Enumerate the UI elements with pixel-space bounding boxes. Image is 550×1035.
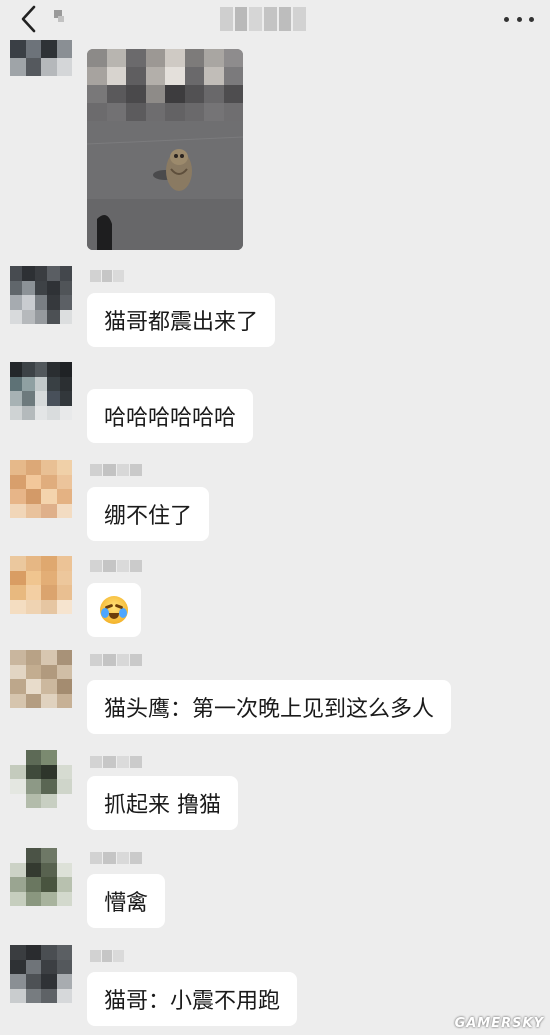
nickname-mosaic — [90, 756, 142, 768]
chevron-left-icon — [21, 5, 36, 33]
chat-title-mosaic — [220, 7, 307, 31]
message-bubble[interactable]: 猫头鹰：第一次晚上见到这么多人 — [87, 680, 452, 734]
nickname-mosaic — [90, 560, 142, 572]
laugh-cry-emoji-icon — [100, 596, 128, 624]
avatar[interactable] — [10, 848, 72, 906]
owl-photo-message[interactable] — [87, 49, 243, 250]
more-button[interactable] — [504, 8, 534, 30]
avatar[interactable] — [10, 40, 72, 76]
avatar[interactable] — [10, 750, 72, 808]
unread-indicator-mosaic — [52, 8, 66, 24]
more-dots-icon — [504, 16, 509, 22]
avatar[interactable] — [10, 556, 72, 614]
back-button[interactable] — [12, 2, 48, 36]
message-bubble[interactable]: 猫哥都震出来了 — [87, 293, 276, 347]
message-bubble[interactable]: 抓起来 撸猫 — [87, 776, 238, 830]
emoji-message-bubble[interactable] — [87, 583, 141, 637]
chat-header — [0, 0, 550, 40]
message-bubble[interactable]: 哈哈哈哈哈哈 — [87, 389, 254, 443]
avatar[interactable] — [10, 460, 72, 518]
message-bubble[interactable]: 绷不住了 — [87, 487, 210, 541]
avatar[interactable] — [10, 266, 72, 324]
nickname-mosaic — [90, 270, 125, 282]
nickname-mosaic — [90, 464, 142, 476]
message-bubble[interactable]: 猫哥：小震不用跑 — [87, 972, 298, 1026]
message-bubble[interactable]: 懵禽 — [87, 874, 166, 928]
chat-screen: 猫哥都震出来了 哈哈哈哈哈哈 绷不住了 猫头鹰：第一次晚上见到这么多人 抓起来 … — [0, 0, 550, 1035]
avatar[interactable] — [10, 945, 72, 1003]
avatar[interactable] — [10, 650, 72, 708]
avatar[interactable] — [10, 362, 72, 420]
owl-photo-scene — [87, 121, 243, 250]
watermark-logo: GAMERSKY — [454, 1016, 544, 1031]
nickname-mosaic — [90, 852, 142, 864]
nickname-mosaic — [90, 654, 142, 666]
nickname-mosaic — [90, 950, 125, 962]
